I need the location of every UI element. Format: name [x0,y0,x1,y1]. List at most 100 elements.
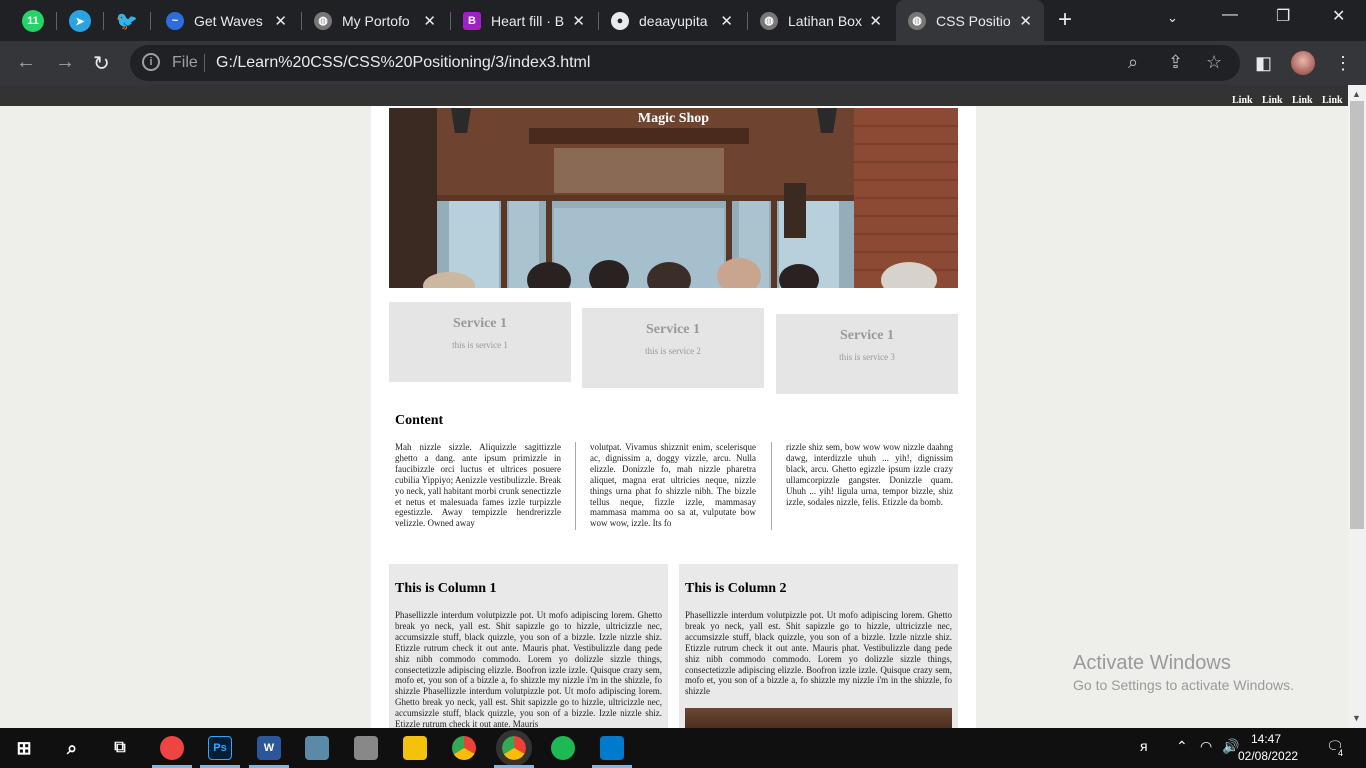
content-column-1: Mah nizzle sizzle. Aliquizzle sagittizzl… [395,442,561,529]
telegram-icon[interactable]: ➤ [69,10,91,32]
network-icon[interactable] [305,736,329,760]
tab-title: deaayupita [639,12,708,29]
close-tab-icon[interactable]: ✕ [869,12,882,30]
paint-icon[interactable] [160,736,184,760]
close-tab-icon[interactable]: ✕ [274,12,287,30]
column-title: This is Column 2 [685,581,787,596]
activate-title: Activate Windows [1073,652,1231,674]
service-title: Service 1 [452,316,508,331]
task-view-icon[interactable]: ⧉ [108,736,132,760]
column-text: Phasellizzle interdum volutpizzle pot. U… [685,610,952,697]
close-window-icon[interactable]: ✕ [1332,6,1345,26]
github-icon: ● [611,11,629,30]
content-column-2: volutpat. Vivamus shizznit enim, sceleri… [590,442,756,529]
activate-windows-watermark: Activate Windows Go to Settings to activ… [1073,652,1294,693]
reload-icon[interactable]: ↻ [93,51,110,76]
close-tab-icon[interactable]: ✕ [1019,12,1032,30]
column-card-2: This is Column 2 Phasellizzle interdum v… [679,564,958,728]
show-hidden-icons-icon[interactable]: ⌃ [1176,738,1188,755]
zoom-icon[interactable]: ⌕ [1128,52,1138,73]
service-card: Service 1 this is service 2 [582,308,764,388]
column-title: This is Column 1 [395,581,497,596]
tab-heart-fill[interactable]: B Heart fill · B ✕ [451,0,597,41]
nav-link[interactable]: Link [1232,95,1253,106]
column-card-1: This is Column 1 Phasellizzle interdum v… [389,564,668,728]
minimize-icon[interactable]: — [1222,6,1238,24]
tab-title: My Portofo [342,12,410,29]
bookmark-star-icon[interactable]: ☆ [1206,52,1222,73]
whatsapp-badge: 11 [27,15,39,27]
word-icon[interactable]: W [257,736,281,760]
settings-app-icon[interactable] [354,736,378,760]
column-rule [575,442,576,530]
file-scheme-label: File [172,54,198,71]
tab-github[interactable]: ● deaayupita ✕ [599,0,745,41]
address-bar[interactable]: i File G:/Learn%20CSS/CSS%20Positioning/… [130,45,1240,81]
spotify-icon[interactable] [551,736,575,760]
restore-icon[interactable]: ❐ [1276,6,1290,26]
clock-date: 02/08/2022 [1238,749,1299,763]
file-explorer-icon[interactable] [403,736,427,760]
service-desc: this is service 1 [452,340,508,350]
close-tab-icon[interactable]: ✕ [572,12,585,30]
tab-separator [56,12,57,30]
photoshop-icon[interactable]: Ps [208,736,232,760]
close-tab-icon[interactable]: ✕ [720,12,733,30]
tab-title: Heart fill · B [491,12,565,29]
whatsapp-icon[interactable]: 11 [22,10,44,32]
bootstrap-icon: B [463,11,481,30]
menu-kebab-icon[interactable]: ⋮ [1334,53,1352,74]
globe-icon: ◍ [908,11,926,30]
nav-link[interactable]: Link [1262,95,1283,106]
tab-latihan-box[interactable]: ◍ Latihan Box ✕ [748,0,894,41]
url-text[interactable]: G:/Learn%20CSS/CSS%20Positioning/3/index… [216,54,590,72]
page-viewport: Link Link Link Link Magic Shop Service 1… [0,85,1348,728]
vscode-icon[interactable] [600,736,624,760]
content-heading: Content [395,413,444,428]
scroll-down-arrow-icon[interactable]: ▼ [1352,713,1361,723]
chrome-icon[interactable] [452,736,476,760]
vertical-scrollbar[interactable]: ▲ ▼ [1348,85,1366,728]
windows-taskbar: ⊞ ⌕ ⧉ Ps W ᴙ ⌃ ◠ 🔊 14:47 02/08/2022 🗨 4 [0,728,1366,768]
omnibox-divider [204,54,205,72]
search-icon[interactable]: ⌕ [60,736,84,760]
windows-start-icon[interactable]: ⊞ [12,736,36,760]
tab-search-chevron-icon[interactable]: ⌄ [1167,10,1178,26]
chrome-profile-icon[interactable] [496,730,532,766]
system-clock[interactable]: 14:47 02/08/2022 [1238,731,1299,765]
page-container: Magic Shop Service 1 this is service 1 S… [371,106,976,728]
tab-css-positioning[interactable]: ◍ CSS Positio ✕ [896,0,1044,41]
globe-icon: ◍ [314,11,332,30]
profile-avatar[interactable] [1291,51,1315,75]
service-desc: this is service 3 [839,352,895,362]
new-tab-button[interactable]: + [1058,6,1072,34]
people-icon[interactable]: ᴙ [1140,738,1148,754]
nav-link[interactable]: Link [1292,95,1313,106]
tab-title: CSS Positio [936,12,1011,29]
tab-separator [103,12,104,30]
scrollbar-thumb[interactable] [1350,101,1364,529]
content-column-3: rizzle shiz sem, bow wow wow nizzle daah… [786,442,953,507]
side-panel-icon[interactable]: ◧ [1255,53,1272,74]
globe-icon: ◍ [760,11,778,30]
service-title: Service 1 [645,322,701,337]
twitter-icon[interactable]: 🐦 [116,10,138,32]
service-card: Service 1 this is service 1 [389,302,571,382]
browser-toolbar: ← → ↻ i File G:/Learn%20CSS/CSS%20Positi… [0,41,1366,85]
browser-tab-strip: 11 ➤ 🐦 ~ Get Waves ✕ ◍ My Portofo ✕ B He… [0,0,1366,41]
column-rule [771,442,772,530]
wifi-icon[interactable]: ◠ [1200,738,1212,755]
tab-my-portfolio[interactable]: ◍ My Portofo ✕ [302,0,448,41]
scroll-up-arrow-icon[interactable]: ▲ [1352,89,1361,99]
hero-title: Magic Shop [637,111,710,126]
clock-time: 14:47 [1250,732,1282,746]
close-tab-icon[interactable]: ✕ [423,12,436,30]
nav-link[interactable]: Link [1322,95,1343,106]
forward-icon[interactable]: → [55,51,75,74]
service-card: Service 1 this is service 3 [776,314,958,394]
info-icon[interactable]: i [142,53,160,71]
tab-get-waves[interactable]: ~ Get Waves ✕ [154,0,299,41]
volume-icon[interactable]: 🔊 [1222,738,1239,755]
back-icon[interactable]: ← [16,51,36,74]
share-icon[interactable]: ⇪ [1168,52,1183,73]
